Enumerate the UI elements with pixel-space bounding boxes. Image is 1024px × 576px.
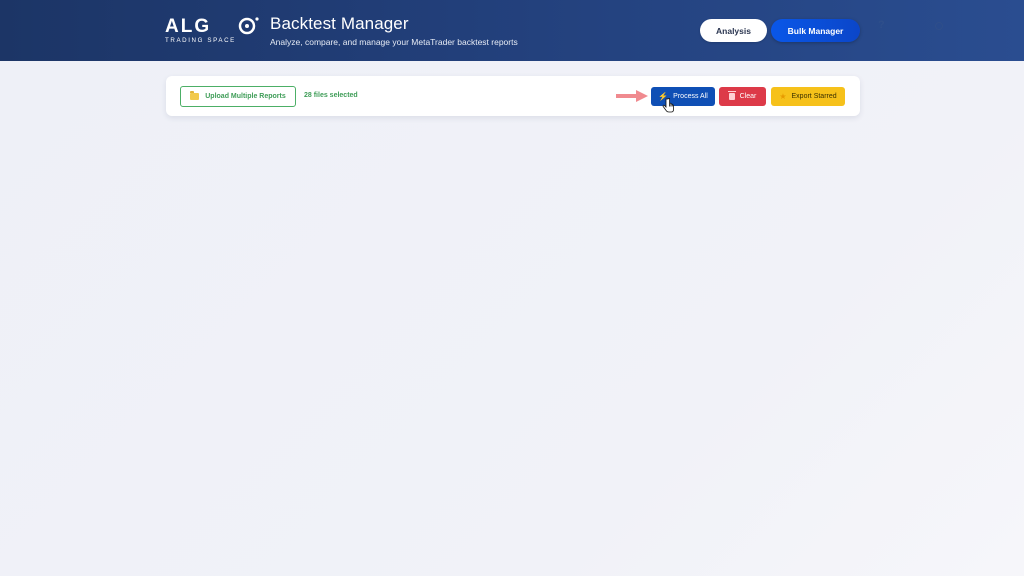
question-icon: ?	[878, 19, 885, 31]
bulk-manager-nav-button[interactable]: Bulk Manager	[771, 19, 860, 42]
upload-label: Upload Multiple Reports	[205, 93, 286, 100]
app-header: ALG TRADING SPACE Backtest Manager Analy…	[0, 0, 1024, 61]
clear-label: Clear	[739, 93, 757, 100]
export-starred-label: Export Starred	[791, 93, 837, 100]
arrow-right-icon	[616, 90, 648, 102]
analysis-nav-label: Analysis	[716, 25, 751, 36]
export-starred-button[interactable]: ★ Export Starred	[771, 87, 845, 106]
star-icon: ★	[779, 91, 787, 101]
svg-text:ALG: ALG	[165, 16, 211, 37]
upload-multiple-reports-button[interactable]: Upload Multiple Reports	[180, 86, 296, 107]
app-subtitle: Analyze, compare, and manage your MetaTr…	[270, 37, 518, 47]
circle-icon	[935, 22, 943, 30]
clear-button[interactable]: Clear	[719, 87, 766, 106]
hand-cursor-icon	[662, 98, 674, 113]
app-title: Backtest Manager	[270, 14, 409, 33]
process-all-label: Process All	[673, 93, 708, 100]
trash-icon	[727, 91, 736, 100]
algo-trading-space-logo: ALG TRADING SPACE	[165, 15, 265, 45]
analysis-nav-button[interactable]: Analysis	[700, 19, 767, 42]
process-all-button[interactable]: ⚡ Process All	[651, 87, 715, 106]
files-selected-count: 28 files selected	[304, 92, 358, 99]
svg-text:TRADING SPACE: TRADING SPACE	[165, 37, 236, 44]
folder-icon	[190, 91, 200, 100]
bulk-manager-nav-label: Bulk Manager	[787, 25, 844, 36]
bulk-toolbar: Upload Multiple Reports 28 files selecte…	[166, 76, 860, 116]
